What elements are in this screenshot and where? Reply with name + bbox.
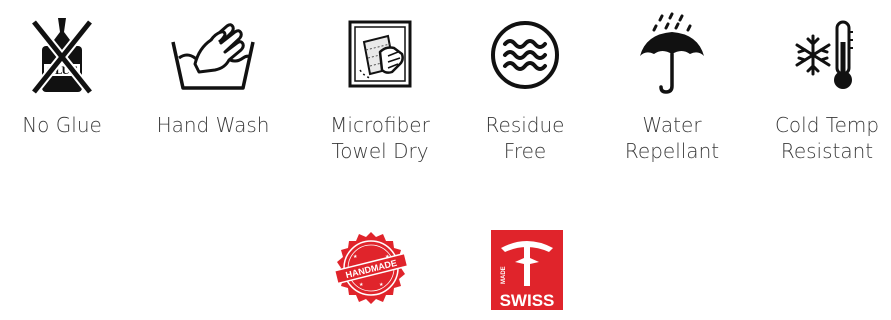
feature-water-repellant: Water Repellant — [597, 12, 747, 164]
feature-label-line1: Water — [642, 113, 702, 137]
made-text: MADE — [501, 266, 507, 284]
umbrella-rain-icon — [597, 12, 747, 98]
feature-label-line2: Repellant — [624, 139, 720, 163]
handmade-seal-icon: ★ ★ ★ ★ HANDMADE — [333, 232, 409, 304]
feature-cold-temp: Cold Temp Resistant — [752, 12, 891, 164]
svg-text:★: ★ — [359, 282, 364, 288]
handmade-badge: ★ ★ ★ ★ HANDMADE — [333, 230, 409, 310]
feature-hand-wash: Hand Wash — [138, 12, 288, 138]
feature-label-line1: No Glue — [22, 113, 102, 137]
feature-label-line1: Microfiber — [330, 113, 430, 137]
svg-text:★: ★ — [353, 254, 358, 260]
swiss-text: SWISS — [500, 291, 555, 310]
swiss-made-badge: MADE SWISS — [491, 230, 563, 314]
hand-wash-icon — [138, 12, 288, 98]
feature-label: Residue Free — [486, 112, 565, 164]
microfiber-towel-icon — [305, 12, 455, 98]
feature-label: Cold Temp Resistant — [775, 112, 879, 164]
feature-label: Water Repellant — [625, 112, 719, 164]
feature-label-line2: Resistant — [780, 139, 874, 163]
feature-label-line1: Hand Wash — [156, 113, 270, 137]
feature-residue-free: Residue Free — [450, 12, 600, 164]
svg-text:★: ★ — [379, 282, 384, 288]
feature-label: Hand Wash — [157, 112, 270, 138]
feature-no-glue: GLUE No Glue — [0, 12, 137, 138]
feature-label-line1: Cold Temp — [774, 113, 880, 137]
feature-label: No Glue — [22, 112, 102, 138]
no-glue-icon: GLUE — [0, 12, 137, 98]
feature-label: Microfiber Towel Dry — [330, 112, 430, 164]
feature-label-line2: Free — [503, 139, 547, 163]
feature-label-line2: Towel Dry — [331, 139, 429, 163]
feature-label-line1: Residue — [485, 113, 565, 137]
snowflake-thermometer-icon — [752, 12, 891, 98]
feature-microfiber-towel: Microfiber Towel Dry — [305, 12, 455, 164]
residue-free-icon — [450, 12, 600, 98]
swiss-made-icon: MADE SWISS — [491, 230, 563, 310]
